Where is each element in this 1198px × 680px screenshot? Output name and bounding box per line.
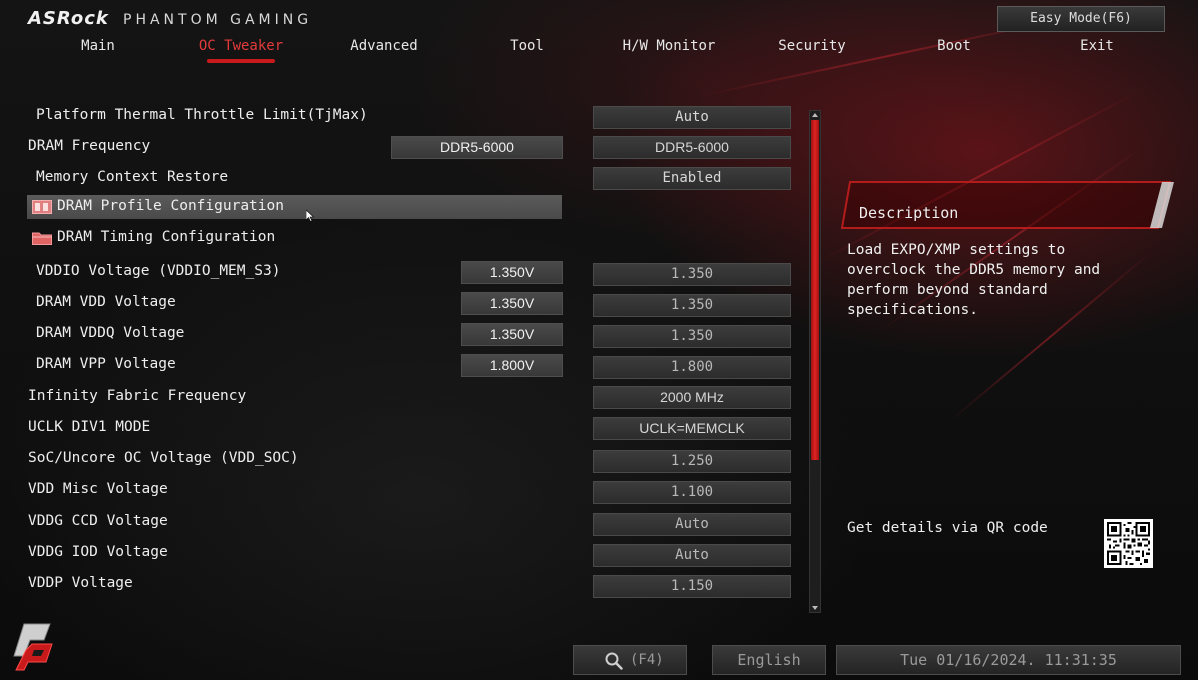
folder-icon [32,200,52,214]
setting-value-vdd-misc-voltage[interactable]: 1.100 [593,481,791,504]
pg-logo-icon [13,623,53,671]
setting-label-dram-frequency[interactable]: DRAM Frequency [28,138,150,154]
setting-label-vdd-misc-voltage[interactable]: VDD Misc Voltage [28,481,168,497]
mouse-cursor-icon [306,210,314,222]
current-value-dram-vddq-voltage: 1.350V [461,323,563,346]
setting-label-infinity-fabric-frequency[interactable]: Infinity Fabric Frequency [28,388,246,404]
tab-main[interactable]: Main [81,38,115,54]
phantom-gaming-logo: PHANTOM GAMING [123,12,313,28]
setting-label-soc-uncore-oc-voltage[interactable]: SoC/Uncore OC Voltage (VDD_SOC) [28,450,299,466]
setting-label-vddio-voltage[interactable]: VDDIO Voltage (VDDIO_MEM_S3) [36,263,280,279]
setting-value-dram-vpp-voltage[interactable]: 1.800 [593,356,791,379]
setting-value-infinity-fabric-frequency[interactable]: 2000 MHz [593,386,791,409]
tab-tool[interactable]: Tool [510,38,544,54]
datetime-display[interactable]: Tue 01/16/2024. 11:31:35 [836,645,1181,675]
setting-value-dram-vdd-voltage[interactable]: 1.350 [593,294,791,317]
tab-security[interactable]: Security [778,38,845,54]
setting-label-vddg-iod-voltage[interactable]: VDDG IOD Voltage [28,544,168,560]
setting-value-soc-uncore-oc-voltage[interactable]: 1.250 [593,450,791,473]
folder-icon [32,232,52,245]
search-button[interactable]: (F4) [573,645,687,675]
setting-value-dram-vddq-voltage[interactable]: 1.350 [593,325,791,348]
description-title: Description [859,204,959,222]
setting-value-dram-frequency[interactable]: DDR5-6000 [593,136,791,159]
tab-bar: Main OC Tweaker Advanced Tool H/W Monito… [0,38,1198,64]
current-value-vddio-voltage: 1.350V [461,261,563,284]
setting-value-uclk-div1-mode[interactable]: UCLK=MEMCLK [593,417,791,440]
setting-value-vddg-iod-voltage[interactable]: Auto [593,544,791,567]
active-tab-indicator [207,59,275,63]
tab-hw-monitor[interactable]: H/W Monitor [623,38,716,54]
setting-value-vddg-ccd-voltage[interactable]: Auto [593,513,791,536]
asrock-logo: ASRock [28,8,109,29]
tab-oc-tweaker[interactable]: OC Tweaker [199,38,283,54]
tab-boot[interactable]: Boot [937,38,971,54]
setting-value-tjmax[interactable]: Auto [593,106,791,129]
tab-advanced[interactable]: Advanced [350,38,417,54]
setting-label-vddg-ccd-voltage[interactable]: VDDG CCD Voltage [28,513,168,529]
setting-value-vddp-voltage[interactable]: 1.150 [593,575,791,598]
setting-label-dram-timing-configuration[interactable]: DRAM Timing Configuration [57,229,275,245]
easy-mode-button[interactable]: Easy Mode(F6) [997,6,1165,32]
search-shortcut-label: (F4) [630,652,664,668]
scroll-down-icon[interactable] [811,604,819,612]
setting-value-memory-context-restore[interactable]: Enabled [593,167,791,190]
setting-label-tjmax[interactable]: Platform Thermal Throttle Limit(TjMax) [36,107,368,123]
scrollbar-thumb[interactable] [811,120,819,460]
setting-label-dram-vdd-voltage[interactable]: DRAM VDD Voltage [36,294,176,310]
setting-label-dram-profile-configuration[interactable]: DRAM Profile Configuration [57,198,284,214]
setting-label-dram-vddq-voltage[interactable]: DRAM VDDQ Voltage [36,325,184,341]
scroll-up-icon[interactable] [811,111,819,119]
setting-label-vddp-voltage[interactable]: VDDP Voltage [28,575,133,591]
qr-code-label: Get details via QR code [847,520,1048,536]
language-button[interactable]: English [712,645,826,675]
search-icon [605,652,623,670]
current-value-dram-frequency: DDR5-6000 [391,136,563,159]
description-text: Load EXPO/XMP settings to overclock the … [847,242,1101,318]
setting-value-vddio-voltage[interactable]: 1.350 [593,263,791,286]
current-value-dram-vpp-voltage: 1.800V [461,354,563,377]
setting-label-memory-context-restore[interactable]: Memory Context Restore [36,169,228,185]
setting-label-dram-vpp-voltage[interactable]: DRAM VPP Voltage [36,356,176,372]
qr-code-icon [1104,519,1153,568]
tab-exit[interactable]: Exit [1080,38,1114,54]
current-value-dram-vdd-voltage: 1.350V [461,292,563,315]
setting-label-uclk-div1-mode[interactable]: UCLK DIV1 MODE [28,419,150,435]
